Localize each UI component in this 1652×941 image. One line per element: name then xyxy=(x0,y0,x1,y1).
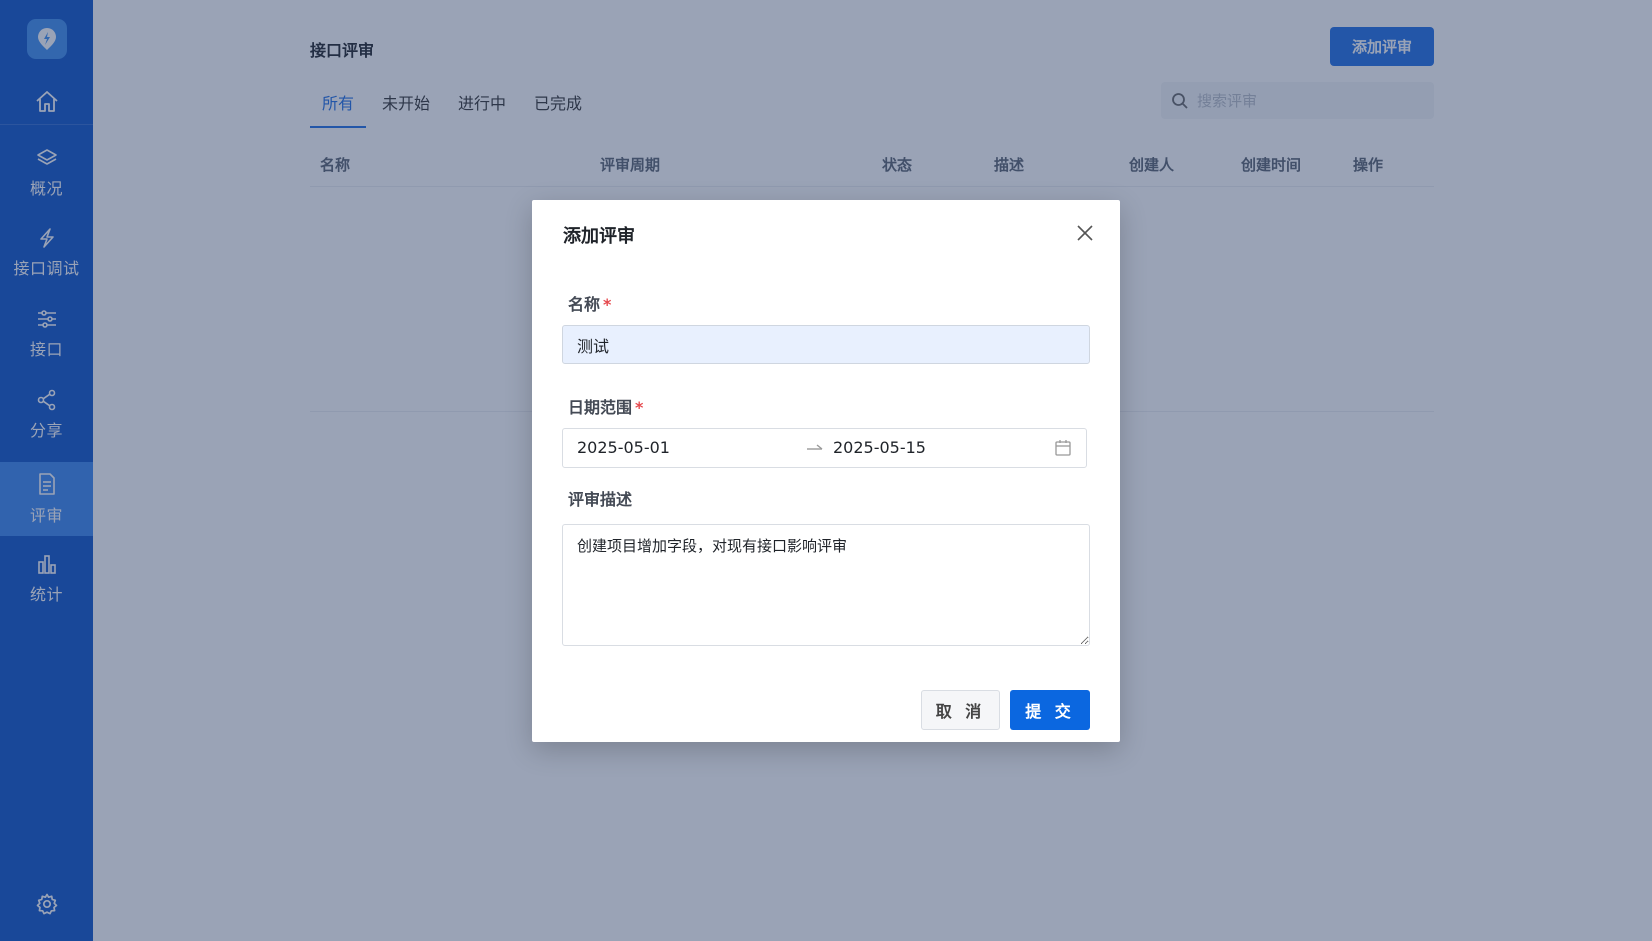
dialog-title: 添加评审 xyxy=(563,226,635,247)
close-icon[interactable] xyxy=(1074,222,1096,244)
name-input[interactable] xyxy=(562,325,1090,364)
description-textarea[interactable]: 创建项目增加字段，对现有接口影响评审 xyxy=(562,524,1090,646)
start-date-input[interactable]: 2025-05-01 xyxy=(577,438,670,457)
name-label: 名称 * xyxy=(568,291,611,315)
date-range-label-text: 日期范围 xyxy=(568,398,633,417)
required-mark: * xyxy=(603,295,612,314)
required-mark: * xyxy=(635,398,644,417)
name-label-text: 名称 xyxy=(568,295,601,314)
submit-button[interactable]: 提 交 xyxy=(1010,690,1090,730)
arrow-right-icon xyxy=(807,444,823,450)
description-label: 评审描述 xyxy=(568,490,633,509)
date-range-picker[interactable]: 2025-05-01 2025-05-15 xyxy=(562,428,1087,468)
calendar-icon[interactable] xyxy=(1054,439,1072,457)
date-range-label: 日期范围 * xyxy=(568,394,643,418)
end-date-input[interactable]: 2025-05-15 xyxy=(833,438,926,457)
add-review-dialog: 添加评审 名称* 日期范围* 2025-05-01 2025-05-15 评审描… xyxy=(532,200,1120,742)
app-window: 概况 接口调试 接口 分享 评审 统计 接口评审 添加评审 所有 未开始 进行中… xyxy=(0,0,1652,941)
cancel-button[interactable]: 取 消 xyxy=(921,690,1000,730)
